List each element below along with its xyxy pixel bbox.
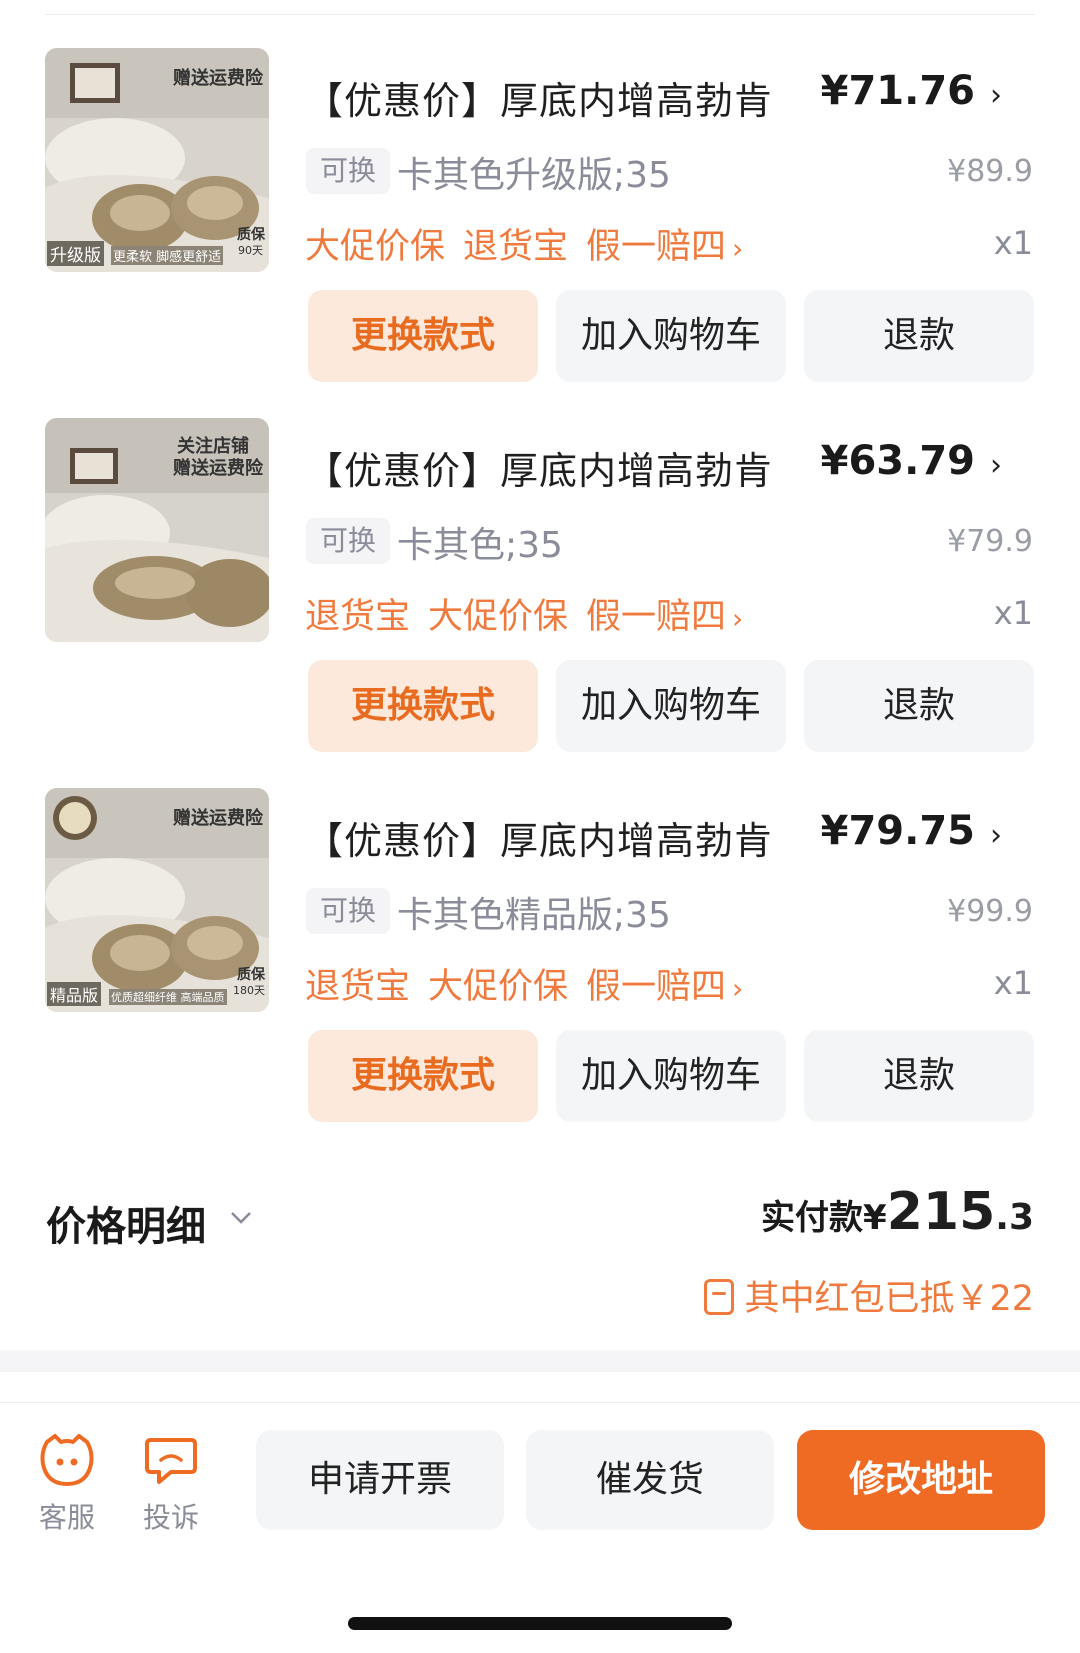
original-price: ¥89.9	[947, 154, 1033, 189]
product-price[interactable]: ¥79.75	[821, 808, 975, 854]
thumb-text-warranty: 质保	[237, 967, 265, 983]
product-thumbnail[interactable]: 关注店铺 赠送运费险	[45, 418, 269, 642]
complain-button[interactable]: 投诉	[126, 1430, 216, 1536]
paid-amount-dec: .3	[995, 1197, 1034, 1238]
bottom-bar-divider	[0, 1402, 1080, 1403]
thumb-text-top2: 赠送运费险	[173, 458, 263, 479]
chevron-down-icon[interactable]	[230, 1206, 252, 1228]
red-packet-deduction: 其中红包已抵￥22	[704, 1270, 1034, 1321]
customer-service-button[interactable]: 客服	[22, 1430, 112, 1536]
product-sku: 卡其色精品版;35	[397, 895, 671, 936]
top-divider	[45, 14, 1035, 15]
original-price: ¥79.9	[947, 524, 1033, 559]
swap-tag: 可换	[306, 888, 391, 934]
quantity: x1	[993, 964, 1033, 1002]
product-price[interactable]: ¥63.79	[821, 438, 975, 484]
service-tags[interactable]: 退货宝 大促价保 假一赔四 ›	[305, 588, 761, 639]
swap-tag: 可换	[306, 518, 391, 564]
service-tag: 退货宝	[305, 597, 411, 637]
modify-address-button[interactable]: 修改地址	[797, 1430, 1045, 1530]
add-to-cart-button[interactable]: 加入购物车	[556, 660, 786, 752]
service-tag: 大促价保	[428, 967, 569, 1007]
product-price[interactable]: ¥71.76	[821, 68, 975, 114]
service-tag: 假一赔四	[586, 967, 727, 1007]
product-title[interactable]: 【优惠价】厚底内增高勃肯	[305, 810, 773, 865]
refund-button[interactable]: 退款	[804, 660, 1034, 752]
thumb-text-days: 90天	[238, 244, 263, 257]
chevron-right-icon: ›	[732, 232, 744, 265]
thumb-text-caption: 更柔软 脚感更舒适	[111, 246, 224, 265]
swap-tag: 可换	[306, 148, 391, 194]
price-detail-toggle[interactable]: 价格明细	[46, 1194, 206, 1252]
thumb-text-caption: 优质超细纤维 高端品质	[109, 989, 227, 1005]
service-tag: 大促价保	[428, 597, 569, 637]
urge-shipping-button[interactable]: 催发货	[526, 1430, 774, 1530]
original-price: ¥99.9	[947, 894, 1033, 929]
product-sku: 卡其色;35	[397, 525, 563, 566]
service-tags[interactable]: 大促价保 退货宝 假一赔四 ›	[305, 218, 761, 269]
service-tag: 退货宝	[305, 967, 411, 1007]
thumb-text-warranty: 质保	[237, 227, 265, 243]
chevron-right-icon[interactable]: ›	[990, 78, 1002, 113]
chevron-right-icon[interactable]: ›	[990, 818, 1002, 853]
complaint-icon	[145, 1438, 197, 1484]
refund-button[interactable]: 退款	[804, 290, 1034, 382]
product-thumbnail[interactable]: 赠送运费险 精品版 优质超细纤维 高端品质 质保 180天	[45, 788, 269, 1012]
paid-label: 实付款¥	[761, 1198, 887, 1238]
section-gap	[0, 1350, 1080, 1372]
complain-label: 投诉	[142, 1501, 199, 1534]
refund-button[interactable]: 退款	[804, 1030, 1034, 1122]
customer-service-icon	[40, 1434, 94, 1486]
apply-invoice-button[interactable]: 申请开票	[256, 1430, 504, 1530]
thumb-text-top: 赠送运费险	[173, 808, 263, 829]
product-title[interactable]: 【优惠价】厚底内增高勃肯	[305, 440, 773, 495]
change-style-button[interactable]: 更换款式	[308, 1030, 538, 1122]
order-item: 关注店铺 赠送运费险 【优惠价】厚底内增高勃肯 ¥63.79 › 可换 卡其色;…	[0, 418, 1080, 758]
red-packet-icon	[704, 1279, 735, 1315]
service-tag: 假一赔四	[586, 597, 727, 637]
thumb-text-badge: 升级版	[47, 241, 104, 266]
service-tag: 假一赔四	[586, 227, 727, 267]
chevron-right-icon[interactable]: ›	[990, 448, 1002, 483]
product-sku: 卡其色升级版;35	[397, 155, 671, 196]
quantity: x1	[993, 594, 1033, 632]
customer-service-label: 客服	[38, 1501, 95, 1534]
order-item: 赠送运费险 精品版 优质超细纤维 高端品质 质保 180天 【优惠价】厚底内增高…	[0, 788, 1080, 1128]
thumb-text-top: 赠送运费险	[173, 68, 263, 89]
service-tag: 退货宝	[463, 227, 569, 267]
actual-paid: 实付款¥215.3	[761, 1182, 1034, 1242]
quantity: x1	[993, 224, 1033, 262]
paid-amount-int: 215	[886, 1182, 996, 1242]
service-tag: 大促价保	[305, 227, 446, 267]
product-thumbnail[interactable]: 赠送运费险 升级版 更柔软 脚感更舒适 质保 90天	[45, 48, 269, 272]
thumb-text-days: 180天	[233, 984, 265, 997]
order-item: 赠送运费险 升级版 更柔软 脚感更舒适 质保 90天 【优惠价】厚底内增高勃肯 …	[0, 48, 1080, 388]
change-style-button[interactable]: 更换款式	[308, 660, 538, 752]
add-to-cart-button[interactable]: 加入购物车	[556, 1030, 786, 1122]
change-style-button[interactable]: 更换款式	[308, 290, 538, 382]
product-title[interactable]: 【优惠价】厚底内增高勃肯	[305, 70, 773, 125]
service-tags[interactable]: 退货宝 大促价保 假一赔四 ›	[305, 958, 761, 1009]
thumb-text-badge: 精品版	[47, 982, 102, 1006]
red-packet-text: 其中红包已抵￥22	[744, 1279, 1034, 1319]
add-to-cart-button[interactable]: 加入购物车	[556, 290, 786, 382]
home-indicator[interactable]	[348, 1617, 732, 1630]
chevron-right-icon: ›	[732, 972, 744, 1005]
chevron-right-icon: ›	[732, 602, 744, 635]
